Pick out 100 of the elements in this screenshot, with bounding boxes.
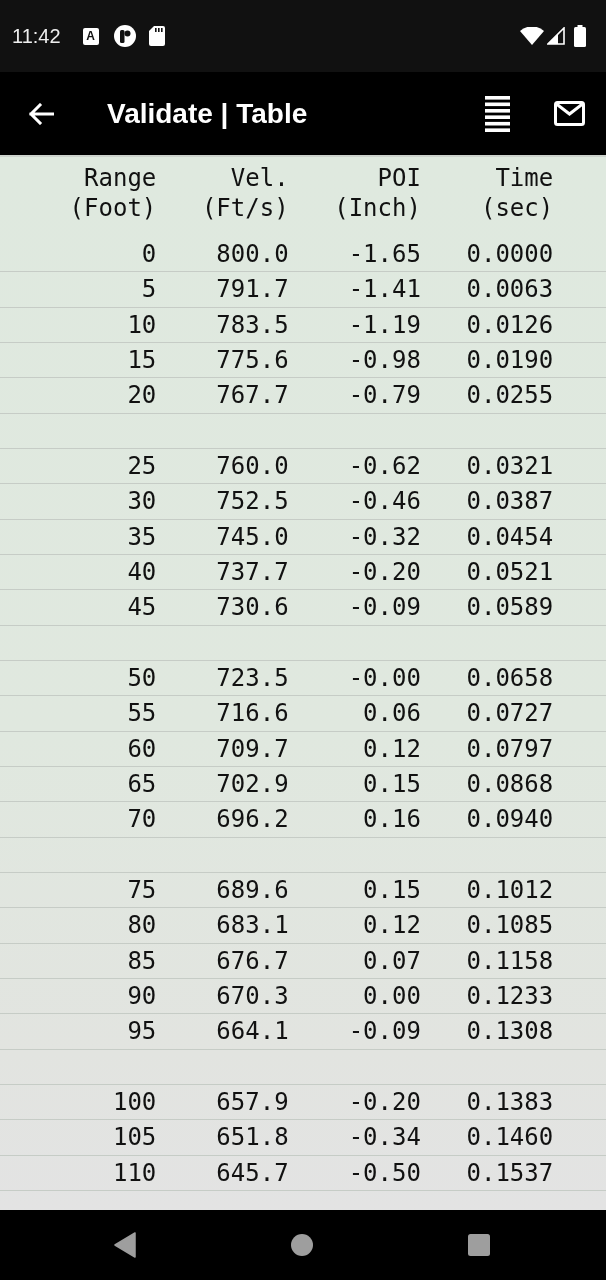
table-cell: 683.1: [216, 910, 289, 941]
table-cell: -0.20: [348, 1087, 421, 1118]
table-cell: 0.1537: [466, 1157, 554, 1188]
table-cell: 0.0521: [466, 557, 554, 588]
table-cell: 0.12: [363, 733, 421, 764]
table-cell: -0.09: [348, 1016, 421, 1047]
table-cell: -0.34: [348, 1122, 421, 1153]
table-cell: 0.0454: [466, 521, 554, 552]
column-title: Vel.: [230, 163, 289, 193]
column-title: Range: [84, 163, 157, 193]
table-cell: 55: [127, 698, 157, 729]
table-cell: 800.0: [216, 239, 289, 270]
table-cell: 30: [127, 486, 157, 517]
table-cell: -0.00: [348, 663, 421, 694]
table-cell: -0.46: [348, 486, 421, 517]
table-cell: 10: [127, 309, 157, 340]
table-cell: 0.07: [363, 945, 421, 976]
table-cell: 0: [141, 239, 157, 270]
table-cell: -0.79: [348, 380, 421, 411]
table-cell: 60: [127, 733, 157, 764]
table-cell: 0.12: [363, 910, 421, 941]
table-cell: 0.0940: [466, 804, 554, 835]
table-cell: 110: [112, 1157, 157, 1188]
table-cell: 791.7: [216, 274, 289, 305]
table-cell: 0.15: [363, 769, 421, 800]
status-time: 11:42: [12, 24, 61, 48]
table-cell: 709.7: [216, 733, 289, 764]
table-cell: -0.50: [348, 1157, 421, 1188]
nav-back-button[interactable]: [112, 1230, 138, 1260]
column-unit: (Foot): [69, 193, 157, 223]
table-cell: 645.7: [216, 1157, 289, 1188]
table-cell: 45: [127, 592, 157, 623]
column-unit: (sec): [480, 193, 554, 223]
table-cell: 50: [127, 663, 157, 694]
column-unit: (Ft/s): [201, 193, 289, 223]
table-cell: 0.1158: [466, 945, 554, 976]
table-cell: 745.0: [216, 521, 289, 552]
table-cell: 0.1085: [466, 910, 554, 941]
table-cell: 65: [127, 769, 157, 800]
table-cell: 651.8: [216, 1122, 289, 1153]
nav-home-button[interactable]: [289, 1232, 315, 1258]
sd-card-icon: [148, 26, 165, 46]
table-cell: 100: [112, 1087, 157, 1118]
table-cell: 767.7: [216, 380, 289, 411]
table-cell: 730.6: [216, 592, 289, 623]
table-cell: 775.6: [216, 345, 289, 376]
table-cell: 75: [127, 875, 157, 906]
table-cell: 95: [127, 1016, 157, 1047]
table-cell: 783.5: [216, 309, 289, 340]
nav-recents-button[interactable]: [466, 1232, 492, 1258]
table-cell: 723.5: [216, 663, 289, 694]
table-cell: 15: [127, 345, 157, 376]
signal-icon: [547, 27, 565, 45]
table-cell: 0.0658: [466, 663, 554, 694]
table-cell: 0.0797: [466, 733, 554, 764]
column-title: POI: [377, 163, 421, 193]
table-cell: 0.0868: [466, 769, 554, 800]
table-cell: 0.0589: [466, 592, 554, 623]
table-cell: 20: [127, 380, 157, 411]
wifi-icon: [520, 27, 544, 45]
table-cell: 0.0255: [466, 380, 554, 411]
table-cell: 25: [127, 451, 157, 482]
table-cell: 70: [127, 804, 157, 835]
table-cell: 105: [112, 1122, 157, 1153]
notification-letter-icon: A: [82, 27, 99, 45]
back-triangle-icon: [114, 1232, 136, 1258]
table-cell: -0.20: [348, 557, 421, 588]
table-cell: -0.32: [348, 521, 421, 552]
table-cell: 0.1460: [466, 1122, 554, 1153]
table-cell: 5: [141, 274, 157, 305]
table-cell: 0.0190: [466, 345, 554, 376]
notification-circle-icon: [113, 25, 136, 47]
column-title: Time: [495, 163, 554, 193]
table-cell: 0.0727: [466, 698, 554, 729]
table-cell: 0.1233: [466, 981, 554, 1012]
table-cell: 0.16: [363, 804, 421, 835]
table-cell: 0.15: [363, 875, 421, 906]
table-cell: 670.3: [216, 981, 289, 1012]
table-cell: -0.62: [348, 451, 421, 482]
table-cell: 752.5: [216, 486, 289, 517]
table-cell: 40: [127, 557, 157, 588]
table-cell: 0.1012: [466, 875, 554, 906]
table-cell: -0.98: [348, 345, 421, 376]
envelope-icon: [554, 101, 585, 126]
table-cell: 657.9: [216, 1087, 289, 1118]
table-cell: 664.1: [216, 1016, 289, 1047]
table-cell: 0.00: [363, 981, 421, 1012]
table-cell: 90: [127, 981, 157, 1012]
home-circle-icon: [291, 1234, 313, 1256]
table-cell: 0.0126: [466, 309, 554, 340]
column-unit: (Inch): [334, 193, 421, 223]
table-cell: 689.6: [216, 875, 289, 906]
back-arrow-icon: [28, 102, 54, 125]
table-cell: 0.0387: [466, 486, 554, 517]
table-cell: 696.2: [216, 804, 289, 835]
table-cell: 0.1383: [466, 1087, 554, 1118]
table-cell: 676.7: [216, 945, 289, 976]
table-cell: -0.09: [348, 592, 421, 623]
screen-title: Validate | Table: [107, 97, 308, 130]
table-cell: 737.7: [216, 557, 289, 588]
